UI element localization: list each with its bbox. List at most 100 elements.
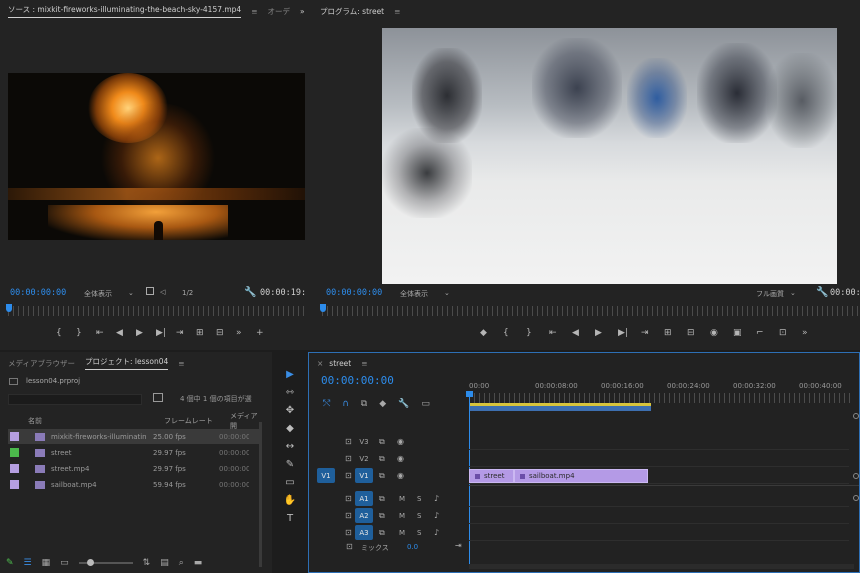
eye-icon[interactable]: ◉ <box>397 437 404 446</box>
pen-icon[interactable]: ✎ <box>281 456 299 472</box>
lock-icon[interactable]: ⊡ <box>345 454 352 463</box>
lock-icon[interactable]: ⊡ <box>345 494 352 503</box>
tab-menu-icon[interactable]: ≡ <box>178 359 184 368</box>
source-resolution-select[interactable]: 1/2 <box>182 289 193 297</box>
transport-control-icon[interactable]: + <box>256 328 264 338</box>
track-lane[interactable] <box>469 506 849 507</box>
label-color-swatch[interactable] <box>10 448 19 457</box>
transport-control-icon[interactable]: ⊟ <box>687 328 695 338</box>
tab-project[interactable]: プロジェクト: lesson04 <box>84 356 169 370</box>
ripple-edit-icon[interactable]: ✥ <box>281 402 299 418</box>
tab-menu-icon[interactable]: ≡ <box>251 7 257 16</box>
lock-icon[interactable]: ⊡ <box>345 471 352 480</box>
source-patch[interactable] <box>317 525 335 540</box>
transport-control-icon[interactable]: » <box>236 328 242 338</box>
tab-sequence[interactable]: street <box>329 359 351 368</box>
eye-icon[interactable]: ◉ <box>397 471 404 480</box>
vscroll-handle-bottom[interactable] <box>853 495 859 501</box>
track-lane[interactable] <box>469 483 849 484</box>
wrench-icon[interactable]: 🔧 <box>816 287 828 298</box>
source-playhead[interactable] <box>6 304 12 312</box>
track-lane[interactable] <box>469 449 849 450</box>
source-patch[interactable] <box>317 508 335 523</box>
transport-control-icon[interactable]: { <box>56 328 62 338</box>
new-bin-icon[interactable]: ▬ <box>194 558 203 568</box>
timeline-ticks[interactable] <box>469 393 854 403</box>
horizontal-scrollbar[interactable] <box>469 564 854 569</box>
safe-margin-icon[interactable] <box>146 287 154 295</box>
linked-selection-icon[interactable]: ⧉ <box>361 399 367 409</box>
zoom-slider[interactable] <box>78 559 133 566</box>
selection-tool-icon[interactable]: ▶ <box>281 366 299 382</box>
type-icon[interactable]: T <box>281 510 299 526</box>
find-icon[interactable]: ⌕ <box>179 558 184 568</box>
program-resolution-select[interactable]: フル画質 <box>756 289 784 299</box>
eye-icon[interactable]: ◉ <box>397 454 404 463</box>
header-fps[interactable]: フレームレート <box>164 416 213 426</box>
mute-icon[interactable]: M <box>399 529 405 537</box>
transport-control-icon[interactable]: ⌐ <box>756 328 764 338</box>
mute-icon[interactable]: M <box>399 495 405 503</box>
sort-icon[interactable]: ⇅ <box>143 558 151 568</box>
track-select-icon[interactable]: ⇿ <box>281 384 299 400</box>
source-patch[interactable] <box>317 491 335 506</box>
vscroll-handle-top[interactable] <box>853 413 859 419</box>
wrench-icon[interactable]: 🔧 <box>244 287 256 298</box>
mix-value[interactable]: 0.0 <box>407 543 418 551</box>
tab-media-browser[interactable]: メディアブラウザー <box>8 358 75 369</box>
transport-control-icon[interactable]: » <box>802 328 808 338</box>
lock-icon[interactable]: ⊡ <box>345 511 352 520</box>
step-back-icon[interactable]: ◁ <box>160 288 165 296</box>
track-target[interactable]: A2 <box>355 508 373 523</box>
chevron-down-icon[interactable]: ⌄ <box>444 289 450 297</box>
program-time-ruler[interactable] <box>322 306 858 316</box>
wrench-icon[interactable]: 🔧 <box>398 399 409 409</box>
rectangle-icon[interactable]: ▭ <box>281 474 299 490</box>
source-timecode[interactable]: 00:00:00:00 <box>10 288 66 298</box>
label-color-swatch[interactable] <box>10 480 19 489</box>
lock-icon[interactable]: ⊡ <box>346 542 353 551</box>
track-target[interactable]: A1 <box>355 491 373 506</box>
vscroll-handle-mid[interactable] <box>853 473 859 479</box>
tab-source[interactable]: ソース : mixkit-fireworks-illuminating-the-… <box>8 4 242 18</box>
sync-lock-icon[interactable]: ⧉ <box>379 528 385 538</box>
transport-control-icon[interactable]: ▶ <box>136 328 143 338</box>
list-item[interactable]: mixkit-fireworks-illuminatin 25.00 fps 00:… <box>8 429 260 444</box>
slip-icon[interactable]: ↔ <box>281 438 299 454</box>
transport-control-icon[interactable]: ▶| <box>156 328 166 338</box>
list-view-icon[interactable]: ☰ <box>24 558 32 568</box>
header-media-start[interactable]: メディア開 <box>230 411 260 431</box>
mix-end-icon[interactable]: ⇥ <box>455 541 462 550</box>
lock-icon[interactable]: ⊡ <box>345 528 352 537</box>
transport-control-icon[interactable]: ⇤ <box>96 328 104 338</box>
source-patch[interactable] <box>317 451 335 466</box>
source-fit-select[interactable]: 全体表示 <box>84 289 112 299</box>
tab-audio[interactable]: オーデ <box>268 6 291 17</box>
captions-icon[interactable]: ▭ <box>421 399 430 409</box>
search-input[interactable] <box>8 394 142 405</box>
sync-lock-icon[interactable]: ⧉ <box>379 437 385 447</box>
chevron-down-icon[interactable]: ⌄ <box>790 289 796 297</box>
list-item[interactable]: sailboat.mp4 59.94 fps 00:00:00 <box>8 477 260 492</box>
sync-lock-icon[interactable]: ⧉ <box>379 494 385 504</box>
program-fit-select[interactable]: 全体表示 <box>400 289 428 299</box>
nest-icon[interactable]: ⤲ <box>323 399 330 409</box>
chevron-down-icon[interactable]: ⌄ <box>128 289 134 297</box>
track-target[interactable]: V3 <box>355 434 373 449</box>
icon-view-icon[interactable]: ▦ <box>42 558 51 568</box>
mute-icon[interactable]: M <box>399 512 405 520</box>
overflow-icon[interactable]: » <box>300 7 305 16</box>
timeline-timecode[interactable]: 00:00:00:00 <box>321 374 394 387</box>
transport-control-icon[interactable]: ▶ <box>595 328 602 338</box>
transport-control-icon[interactable]: ◆ <box>480 328 487 338</box>
label-color-swatch[interactable] <box>10 432 19 441</box>
tab-menu-icon[interactable]: ≡ <box>361 359 367 368</box>
transport-control-icon[interactable]: ⊡ <box>779 328 787 338</box>
track-target[interactable]: A3 <box>355 525 373 540</box>
marker-icon[interactable]: ◆ <box>379 399 386 409</box>
track-target[interactable]: V1 <box>355 468 373 483</box>
track-target[interactable]: V2 <box>355 451 373 466</box>
solo-icon[interactable]: S <box>417 529 421 537</box>
transport-control-icon[interactable]: ⊞ <box>664 328 672 338</box>
transport-control-icon[interactable]: ▣ <box>733 328 742 338</box>
